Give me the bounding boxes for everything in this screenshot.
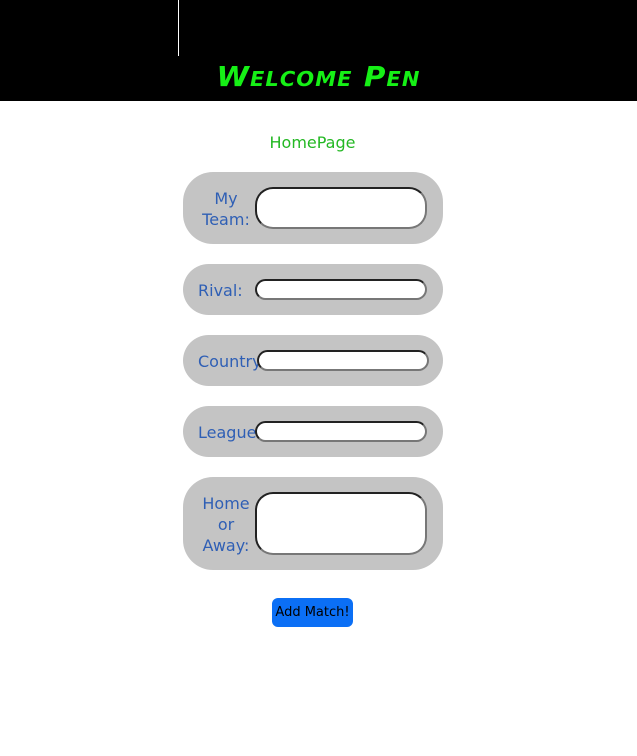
my-team-label: My Team:: [202, 189, 250, 229]
homepage-link[interactable]: HomePage: [0, 133, 625, 152]
page-title: Welcome Pen: [216, 60, 421, 93]
rival-input[interactable]: [255, 279, 427, 300]
form-row-league: League:: [183, 406, 443, 457]
league-input[interactable]: [255, 421, 427, 442]
country-input[interactable]: [257, 350, 429, 371]
header-divider: [178, 0, 179, 56]
league-label: League:: [198, 423, 262, 442]
home-or-away-input[interactable]: [255, 492, 427, 555]
form-row-home-or-away: Home or Away:: [183, 477, 443, 570]
my-team-input[interactable]: [255, 187, 427, 229]
form-row-my-team: My Team:: [183, 172, 443, 244]
country-label: Country:: [198, 352, 266, 371]
form-row-rival: Rival:: [183, 264, 443, 315]
home-or-away-label: Home or Away:: [202, 494, 250, 555]
add-match-button[interactable]: Add Match!: [272, 598, 353, 627]
rival-label: Rival:: [198, 281, 243, 300]
form-row-country: Country:: [183, 335, 443, 386]
page-header: Welcome Pen: [0, 0, 637, 101]
